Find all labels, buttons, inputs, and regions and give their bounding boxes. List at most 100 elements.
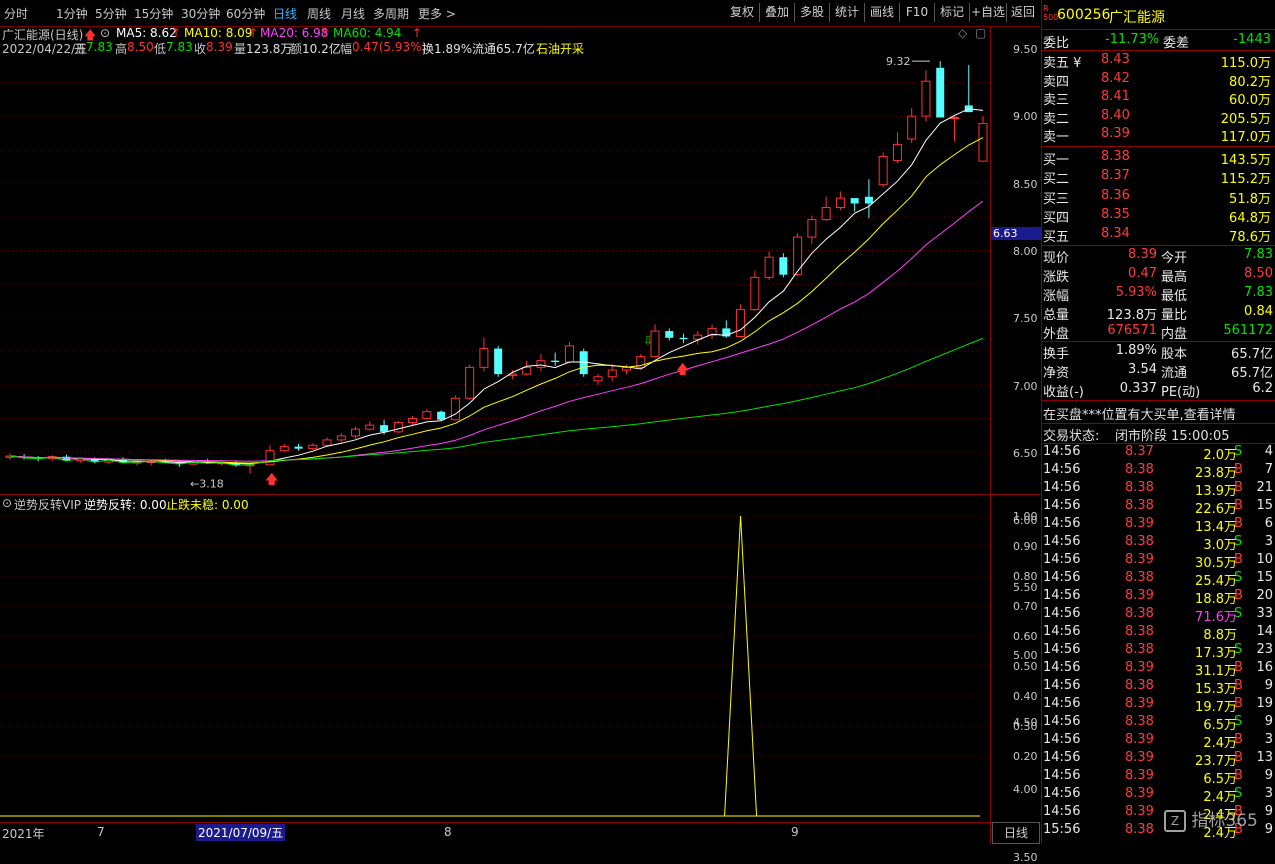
period-switch-button[interactable]: 日线 — [992, 822, 1040, 844]
period-tab[interactable]: 5分钟 — [95, 5, 127, 22]
tick-row[interactable]: 14:56 8.39 19.7万 B 19 — [1043, 696, 1275, 715]
period-tab[interactable]: 1分钟 — [56, 5, 88, 22]
tick-row[interactable]: 14:56 8.39 13.4万 B 6 — [1043, 516, 1275, 535]
tick-row[interactable]: 14:56 8.39 2.4万 S 3 — [1043, 786, 1275, 805]
tick-time: 14:56 — [1043, 516, 1081, 531]
stat-key: 今开 — [1161, 251, 1188, 266]
circle-down-icon[interactable]: ⊙ — [2, 496, 12, 510]
big-order-notice[interactable]: 在买盘***位置有大买单,查看详情 — [1043, 404, 1275, 423]
stat-row[interactable]: 净资 3.54 流通 65.7亿 — [1043, 362, 1275, 381]
circle-down-icon[interactable]: ⊙ — [100, 26, 110, 40]
stat-row[interactable]: 现价 8.39 今开 7.83 — [1043, 247, 1275, 266]
window-icon[interactable]: ▢ — [975, 26, 986, 40]
ask-price: 8.41 — [1101, 89, 1130, 105]
stat-row[interactable]: 总量 123.8万 量比 0.84 — [1043, 304, 1275, 323]
tick-row[interactable]: 14:56 8.39 6.5万 B 9 — [1043, 768, 1275, 787]
tick-row[interactable]: 14:56 8.38 17.3万 S 23 — [1043, 642, 1275, 661]
ask-row[interactable]: 卖四 8.42 80.2万 — [1043, 71, 1275, 90]
adjust-button[interactable]: 复权 — [725, 3, 760, 22]
tick-side: B — [1234, 768, 1243, 783]
tick-row[interactable]: 14:56 8.39 23.7万 B 13 — [1043, 750, 1275, 769]
period-tab[interactable]: 月线 — [341, 5, 365, 22]
ask-row[interactable]: 卖一 8.39 117.0万 — [1043, 126, 1275, 145]
stat-row[interactable]: 外盘 676571 内盘 561172 — [1043, 323, 1275, 342]
diamond-icon[interactable]: ◇ — [958, 26, 967, 40]
period-tab-active[interactable]: 日线 — [273, 5, 297, 22]
statistics-button[interactable]: 统计 — [830, 3, 865, 22]
stat-row[interactable]: 换手 1.89% 股本 65.7亿 — [1043, 343, 1275, 362]
indicator-chart[interactable] — [0, 510, 990, 822]
trade-status-row: 交易状态: 闭市阶段 15:00:05 — [1043, 425, 1275, 444]
stat-value: 123.8万 — [1106, 308, 1157, 323]
add-watchlist-button[interactable]: +自选 — [970, 3, 1007, 22]
ask-row[interactable]: 卖二 8.40 205.5万 — [1043, 108, 1275, 127]
stat-key: 流通 — [1161, 366, 1188, 381]
stat-row[interactable]: 涨幅 5.93% 最低 7.83 — [1043, 285, 1275, 304]
f10-button[interactable]: F10 — [900, 3, 935, 22]
tick-row[interactable]: 14:56 8.38 6.5万 S 9 — [1043, 714, 1275, 733]
tick-row[interactable]: 14:56 8.38 71.6万 S 33 — [1043, 606, 1275, 625]
indicator-tick-label: 0.50 — [1013, 660, 1038, 673]
more-periods-button[interactable]: 更多 > — [418, 5, 456, 22]
tick-row[interactable]: 14:56 8.37 2.0万 S 4 — [1043, 444, 1275, 463]
candle-up — [949, 117, 959, 120]
indicator-tick-label: 1.00 — [1013, 510, 1038, 523]
ma5-label: MA5: 8.62 — [116, 26, 177, 40]
tick-row[interactable]: 14:56 8.38 25.4万 S 15 — [1043, 570, 1275, 589]
tick-volume: 2.4万 — [1203, 736, 1237, 751]
tick-row[interactable]: 14:56 8.39 31.1万 B 16 — [1043, 660, 1275, 679]
period-tab[interactable]: 周线 — [307, 5, 331, 22]
period-tab[interactable]: 分时 — [4, 5, 28, 22]
tick-row[interactable]: 14:56 8.38 22.6万 B 15 — [1043, 498, 1275, 517]
overlay-button[interactable]: 叠加 — [760, 3, 795, 22]
period-tab[interactable]: 15分钟 — [134, 5, 173, 22]
draw-line-button[interactable]: 画线 — [865, 3, 900, 22]
tick-row[interactable]: 14:56 8.38 15.3万 B 9 — [1043, 678, 1275, 697]
ask-row[interactable]: 卖五 ¥ 8.43 115.0万 — [1043, 52, 1275, 71]
candle-up — [408, 417, 418, 423]
tick-count: 10 — [1256, 552, 1273, 567]
price-marker: 6.63 — [991, 227, 1041, 240]
bid-row[interactable]: 买三 8.36 51.8万 — [1043, 188, 1275, 207]
tick-volume: 2.0万 — [1203, 448, 1237, 463]
tick-row[interactable]: 14:56 8.39 18.8万 B 20 — [1043, 588, 1275, 607]
candlestick-chart[interactable]: 9.32 ←3.18 🡅 ⇩ 🡅 — [0, 54, 990, 494]
multi-stock-button[interactable]: 多股 — [795, 3, 830, 22]
high-value: 8.50 — [127, 40, 154, 54]
candle-up — [522, 366, 532, 375]
price-tick-label: 7.00 — [1013, 379, 1038, 393]
bid-row[interactable]: 买五 8.34 78.6万 — [1043, 226, 1275, 245]
tick-row[interactable]: 14:56 8.38 13.9万 B 21 — [1043, 480, 1275, 499]
tick-row[interactable]: 14:56 8.39 30.5万 B 10 — [1043, 552, 1275, 571]
tick-row[interactable]: 14:56 8.38 3.0万 S 3 — [1043, 534, 1275, 553]
time-label-month: 8 — [444, 825, 452, 839]
tick-row[interactable]: 14:56 8.38 8.8万 14 — [1043, 624, 1275, 643]
bid-price: 8.38 — [1101, 149, 1130, 164]
bid-row[interactable]: 买二 8.37 115.2万 — [1043, 168, 1275, 187]
divider — [1041, 423, 1275, 424]
candle-up — [479, 348, 489, 368]
tick-row[interactable]: 14:56 8.38 23.8万 B 7 — [1043, 462, 1275, 481]
tick-count: 3 — [1264, 732, 1273, 747]
bid-row[interactable]: 买一 8.38 143.5万 — [1043, 149, 1275, 168]
candle-down — [665, 331, 674, 338]
up-arrow-icon: ↑ — [320, 26, 331, 40]
tick-count: 7 — [1264, 462, 1273, 477]
mark-button[interactable]: 标记 — [935, 3, 970, 22]
period-tab[interactable]: 60分钟 — [226, 5, 265, 22]
ask-row[interactable]: 卖三 8.41 60.0万 — [1043, 89, 1275, 109]
tick-price: 8.39 — [1125, 588, 1154, 603]
tick-row[interactable]: 14:56 8.39 2.4万 B 3 — [1043, 732, 1275, 751]
time-label-month: 9 — [791, 825, 799, 839]
period-tab[interactable]: 30分钟 — [181, 5, 220, 22]
stat-key: 涨跌 — [1043, 270, 1070, 285]
stat-row[interactable]: 收益(-) 0.337 PE(动) 6.2 — [1043, 381, 1275, 400]
bid-row[interactable]: 买四 8.35 64.8万 — [1043, 207, 1275, 226]
notice-text[interactable]: 在买盘***位置有大买单,查看详情 — [1043, 404, 1236, 423]
stat-row[interactable]: 涨跌 0.47 最高 8.50 — [1043, 266, 1275, 285]
tick-side: B — [1234, 696, 1243, 711]
ask-label: 卖三 — [1043, 93, 1070, 109]
back-button[interactable]: 返回 — [1007, 3, 1039, 22]
period-tab[interactable]: 多周期 — [373, 5, 409, 22]
tick-count: 21 — [1256, 480, 1273, 495]
